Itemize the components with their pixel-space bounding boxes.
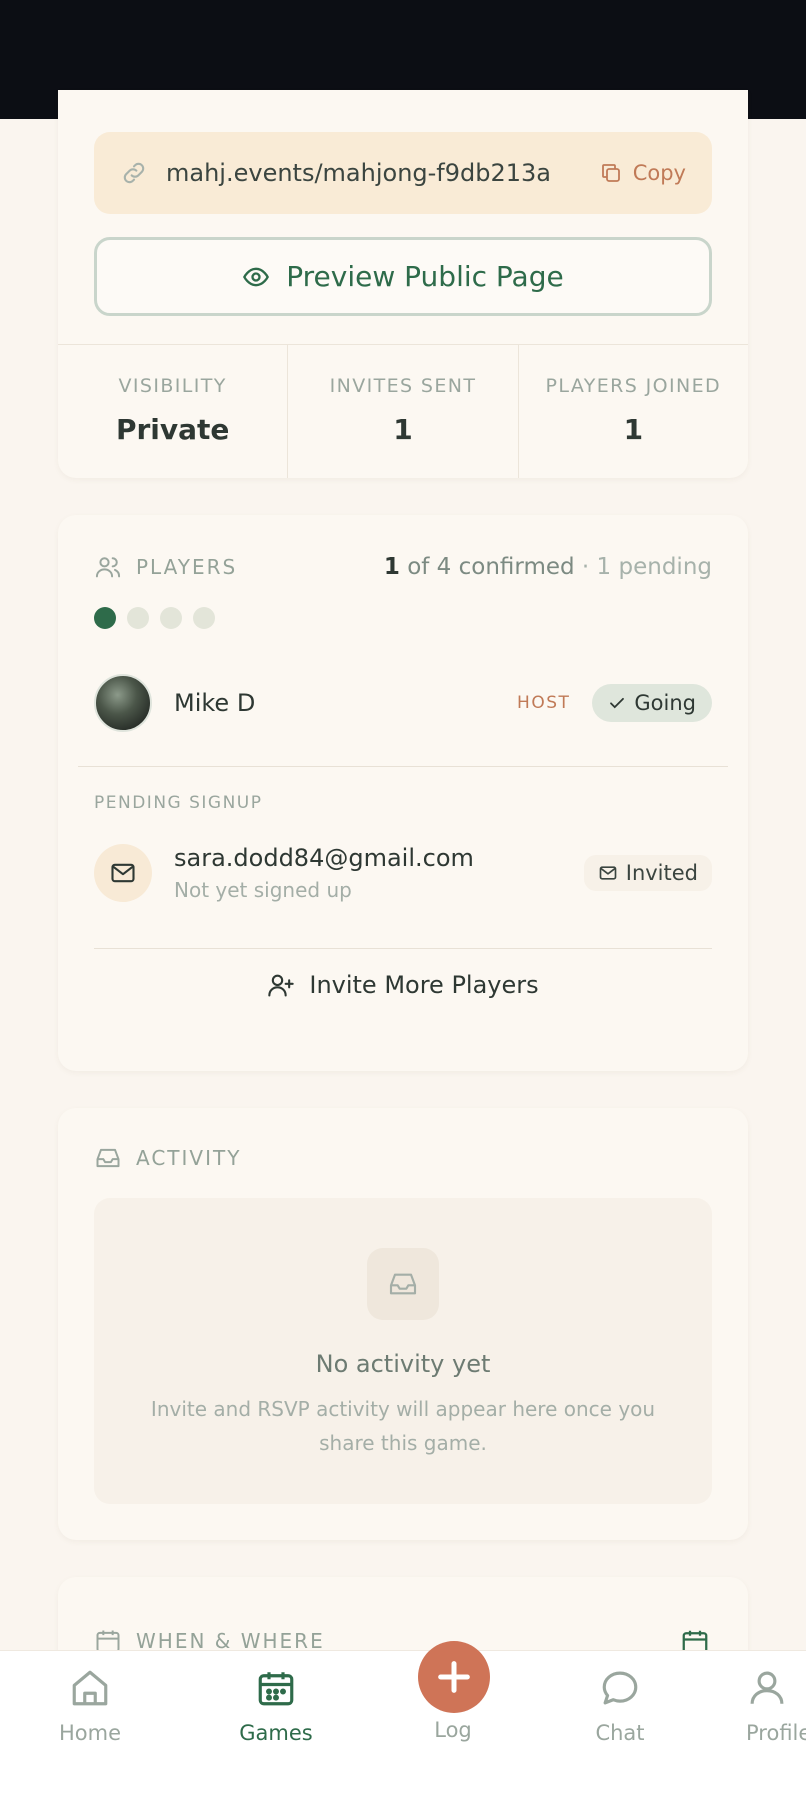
players-card: PLAYERS 1 of 4 confirmed · 1 pending Mik… — [58, 515, 748, 1071]
copy-label: Copy — [632, 161, 686, 185]
divider — [78, 766, 728, 767]
empty-subtitle: Invite and RSVP activity will appear her… — [150, 1397, 656, 1455]
activity-header: ACTIVITY — [94, 1144, 241, 1172]
mail-icon — [599, 866, 617, 880]
inbox-icon — [389, 1273, 417, 1295]
pending-invite-row[interactable]: sara.dodd84@gmail.com Not yet signed up … — [94, 842, 712, 904]
log-game-button[interactable] — [418, 1641, 490, 1713]
activity-empty-state: No activity yet Invite and RSVP activity… — [94, 1198, 712, 1504]
stat-visibility: VISIBILITY Private — [58, 345, 287, 478]
slot-dot-empty — [127, 607, 149, 629]
slot-dots — [94, 607, 226, 629]
user-plus-icon — [268, 974, 295, 997]
pending-count: · 1 pending — [574, 554, 712, 580]
tab-label: Home — [58, 1721, 121, 1745]
tab-label: Games — [239, 1721, 313, 1745]
empty-inbox-icon-tile — [367, 1248, 439, 1320]
stat-value: 1 — [393, 413, 413, 446]
empty-title: No activity yet — [315, 1350, 491, 1378]
user-icon — [750, 1671, 784, 1704]
activity-card: ACTIVITY No activity yet Invite and RSVP… — [58, 1108, 748, 1540]
players-header: PLAYERS — [94, 553, 237, 581]
tab-home[interactable]: Home — [30, 1665, 150, 1745]
confirmed-count: 1 — [383, 554, 400, 580]
stat-value: Private — [115, 413, 230, 446]
invite-more-players-button[interactable]: Invite More Players — [94, 950, 712, 1020]
player-name: Mike D — [174, 689, 256, 717]
player-row-host[interactable]: Mike D HOST Going — [94, 673, 712, 733]
inbox-icon — [96, 1148, 120, 1168]
pending-email: sara.dodd84@gmail.com — [174, 844, 474, 872]
avatar — [94, 674, 152, 732]
going-status-badge: Going — [592, 684, 712, 722]
pending-avatar — [94, 844, 152, 902]
tab-profile[interactable]: Profile — [746, 1665, 806, 1745]
pending-signup-label: PENDING SIGNUP — [94, 793, 263, 813]
stats-row: VISIBILITY Private INVITES SENT 1 PLAYER… — [58, 344, 748, 478]
slot-dot-empty — [193, 607, 215, 629]
copy-icon — [601, 164, 620, 182]
slot-dot-filled — [94, 607, 116, 629]
stat-label: PLAYERS JOINED — [545, 375, 722, 397]
stat-invites-sent: INVITES SENT 1 — [287, 345, 517, 478]
pending-info: sara.dodd84@gmail.com Not yet signed up — [174, 844, 584, 902]
share-card: mahj.events/mahjong-f9db213a Copy Previe… — [58, 90, 748, 478]
link-icon — [123, 162, 145, 184]
home-icon — [72, 1670, 108, 1706]
tab-chat[interactable]: Chat — [560, 1665, 680, 1745]
copy-button[interactable]: Copy — [599, 161, 686, 185]
confirmed-text: of 4 confirmed — [399, 554, 575, 580]
going-label: Going — [634, 691, 696, 715]
invited-label: Invited — [625, 861, 698, 885]
slot-dot-empty — [160, 607, 182, 629]
check-icon — [610, 697, 625, 709]
calendar-icon — [258, 1672, 294, 1706]
tab-games[interactable]: Games — [216, 1665, 336, 1745]
invited-status-badge: Invited — [583, 855, 712, 891]
invite-more-label: Invite More Players — [309, 971, 539, 999]
stat-players-joined: PLAYERS JOINED 1 — [517, 345, 748, 478]
chat-bubble-icon — [602, 1671, 638, 1705]
users-icon — [95, 557, 121, 578]
share-link-box: mahj.events/mahjong-f9db213a Copy — [94, 132, 712, 214]
host-badge: HOST — [517, 693, 571, 713]
divider — [94, 948, 712, 949]
players-title: PLAYERS — [136, 555, 238, 579]
share-link-text: mahj.events/mahjong-f9db213a — [166, 159, 551, 187]
stat-label: INVITES SENT — [329, 375, 477, 397]
tab-label: Profile — [746, 1721, 806, 1745]
preview-label: Preview Public Page — [286, 260, 564, 293]
pending-subtext: Not yet signed up — [174, 878, 352, 902]
mail-icon — [111, 863, 135, 883]
stat-value: 1 — [623, 413, 644, 446]
tab-label: Chat — [595, 1721, 645, 1745]
stat-label: VISIBILITY — [118, 375, 227, 397]
preview-public-page-button[interactable]: Preview Public Page — [94, 237, 712, 316]
activity-title: ACTIVITY — [136, 1146, 242, 1170]
log-label: Log — [434, 1718, 472, 1742]
confirmed-summary: 1 of 4 confirmed · 1 pending — [384, 554, 712, 580]
eye-icon — [243, 267, 270, 286]
plus-icon — [438, 1661, 470, 1693]
